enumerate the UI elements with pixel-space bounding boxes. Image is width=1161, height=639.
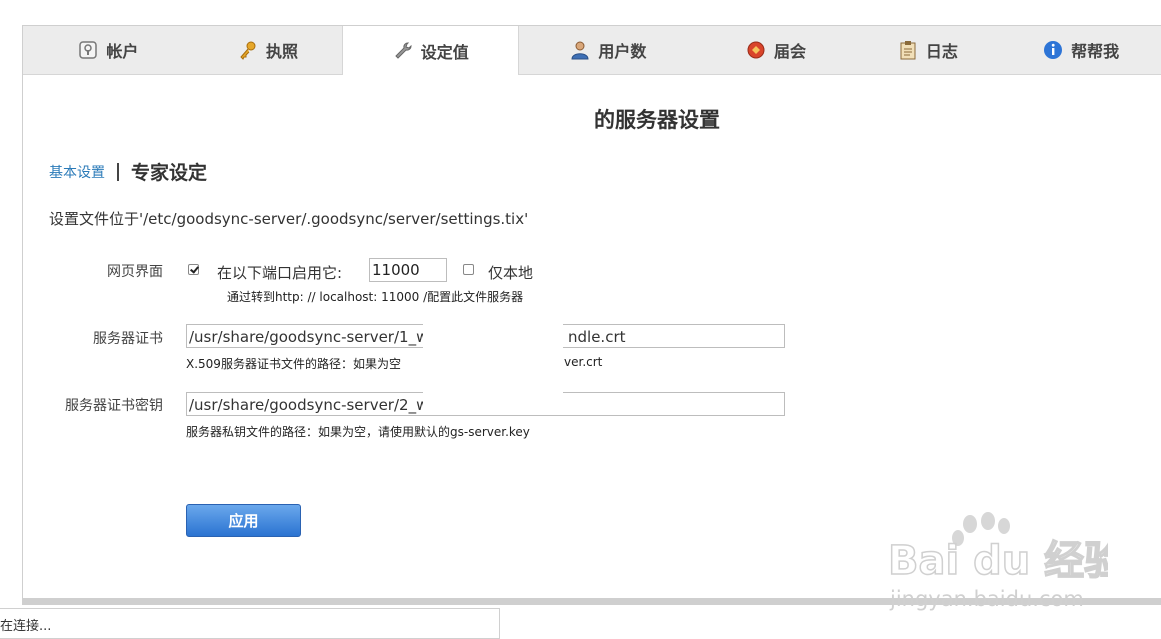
session-icon bbox=[746, 40, 766, 60]
watermark-url: jingyan.baidu.com bbox=[889, 587, 1084, 611]
tab-logs-label: 日志 bbox=[925, 42, 958, 61]
server-cert-label: 服务器证书 bbox=[93, 331, 163, 347]
web-ui-label: 网页界面 bbox=[107, 264, 163, 280]
server-cert-hint-end: ver.crt bbox=[564, 355, 603, 369]
account-icon bbox=[78, 40, 98, 60]
tab-sessions-label: 届会 bbox=[774, 42, 807, 61]
local-only-checkbox[interactable] bbox=[463, 264, 474, 275]
redaction-mask bbox=[423, 353, 563, 371]
web-ui-enable-text: 在以下端口启用它: bbox=[217, 264, 343, 282]
tab-users[interactable]: 用户数 bbox=[519, 26, 699, 74]
page-title: 的服务器设置 bbox=[594, 108, 720, 132]
tab-bar: 帐户 执照 设定值 用户数 届会 日志 帮帮我 bbox=[23, 26, 1161, 75]
tab-help[interactable]: 帮帮我 bbox=[1002, 26, 1161, 74]
tab-settings[interactable]: 设定值 bbox=[342, 26, 520, 75]
wrench-icon bbox=[393, 41, 413, 61]
tab-logs[interactable]: 日志 bbox=[854, 26, 1002, 74]
server-cert-hint-start: X.509服务器证书文件的路径：如果为空 bbox=[186, 357, 401, 371]
tab-settings-label: 设定值 bbox=[420, 42, 469, 62]
apply-button[interactable]: 应用 bbox=[186, 504, 301, 537]
settings-subnav: 基本设置 专家设定 bbox=[49, 158, 207, 185]
key-icon bbox=[238, 40, 258, 60]
log-icon bbox=[898, 40, 918, 60]
redaction-mask bbox=[423, 391, 563, 415]
web-ui-hint: 通过转到http: // localhost: 11000 /配置此文件服务器 bbox=[227, 290, 524, 304]
watermark-brand: Bai du 经验 bbox=[888, 538, 1108, 584]
tab-users-label: 用户数 bbox=[598, 42, 647, 61]
baidu-watermark: Bai du 经验 jingyan.baidu.com bbox=[888, 512, 1108, 611]
server-cert-key-hint: 服务器私钥文件的路径：如果为空，请使用默认的gs-server.key bbox=[186, 425, 530, 439]
tab-license-label: 执照 bbox=[266, 42, 299, 61]
basic-settings-link[interactable]: 基本设置 bbox=[49, 162, 105, 182]
expert-settings-heading: 专家设定 bbox=[131, 162, 208, 184]
server-cert-key-label: 服务器证书密钥 bbox=[65, 398, 163, 414]
settings-file-path: 设置文件位于'/etc/goodsync-server/.goodsync/se… bbox=[49, 210, 529, 228]
local-only-label: 仅本地 bbox=[488, 264, 534, 282]
server-cert-key-value-start: /usr/share/goodsync-server/2_w bbox=[189, 396, 429, 414]
port-input[interactable] bbox=[369, 258, 447, 282]
tab-sessions[interactable]: 届会 bbox=[699, 26, 855, 74]
web-ui-enable-checkbox[interactable] bbox=[188, 264, 199, 275]
tab-account[interactable]: 帐户 bbox=[23, 26, 195, 74]
help-icon bbox=[1043, 40, 1063, 60]
tab-help-label: 帮帮我 bbox=[1071, 42, 1120, 61]
tab-account-label: 帐户 bbox=[106, 42, 139, 61]
subnav-separator bbox=[117, 162, 119, 181]
server-cert-value-start: /usr/share/goodsync-server/1_w bbox=[189, 328, 429, 346]
status-bar: 在连接... bbox=[0, 608, 500, 639]
tab-license[interactable]: 执照 bbox=[195, 26, 343, 74]
server-cert-value-end: ndle.crt bbox=[568, 328, 626, 346]
user-icon bbox=[570, 40, 590, 60]
